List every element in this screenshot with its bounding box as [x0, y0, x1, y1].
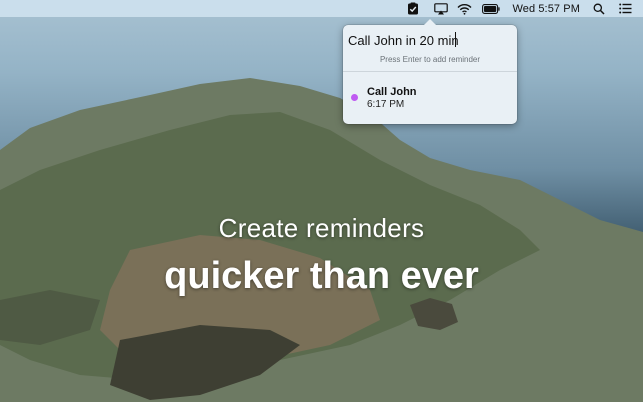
wifi-icon[interactable]: [455, 0, 473, 17]
divider: [343, 71, 517, 72]
reminder-title: Call John: [367, 86, 417, 98]
island-landscape: [0, 78, 643, 402]
menu-bar: Wed 5:57 PM: [0, 0, 643, 17]
menubar-clock[interactable]: Wed 5:57 PM: [512, 0, 580, 17]
input-hint: Press Enter to add reminder: [379, 55, 481, 64]
text-cursor: [455, 32, 456, 47]
reminder-color-dot: [351, 94, 358, 101]
reminder-item[interactable]: Call John 6:17 PM: [343, 75, 517, 115]
search-icon[interactable]: [592, 0, 606, 17]
reminders-icon[interactable]: [405, 0, 421, 17]
battery-icon[interactable]: [481, 0, 501, 17]
desktop-wallpaper: [0, 0, 643, 402]
airplay-icon[interactable]: [433, 0, 449, 17]
reminder-input[interactable]: [348, 29, 510, 51]
list-icon[interactable]: [617, 0, 633, 17]
quick-reminder-popover: Press Enter to add reminder Call John 6:…: [343, 19, 517, 124]
headline-line-2: quicker than ever: [164, 255, 479, 297]
headline-line-1: Create reminders: [218, 213, 425, 243]
popover-arrow: [423, 19, 437, 26]
reminder-time: 6:17 PM: [367, 99, 405, 110]
